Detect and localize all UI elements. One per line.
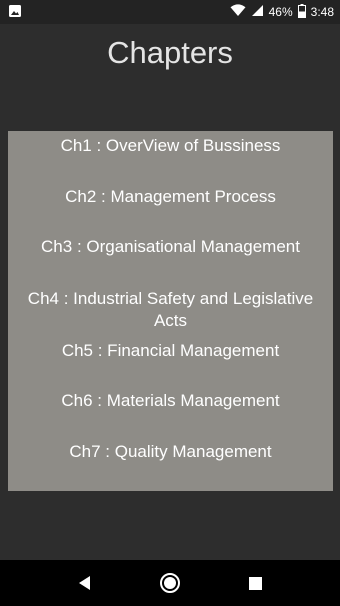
chapter-item-1[interactable]: Ch1 : OverView of Bussiness bbox=[8, 135, 333, 157]
page-title: Chapters bbox=[107, 35, 233, 70]
wifi-icon bbox=[230, 4, 246, 20]
status-left bbox=[0, 4, 22, 21]
status-bar: 46% 3:48 bbox=[0, 0, 340, 24]
status-time: 3:48 bbox=[310, 5, 334, 19]
chapter-item-4[interactable]: Ch4 : Industrial Safety and Legislative … bbox=[8, 288, 333, 332]
chapter-item-2[interactable]: Ch2 : Management Process bbox=[8, 186, 333, 208]
chapter-item-7[interactable]: Ch7 : Quality Management bbox=[8, 441, 333, 463]
chapter-item-6[interactable]: Ch6 : Materials Management bbox=[8, 390, 333, 412]
battery-icon bbox=[297, 3, 306, 21]
cell-signal-icon bbox=[251, 4, 264, 20]
battery-percent: 46% bbox=[268, 5, 293, 19]
chapter-item-5[interactable]: Ch5 : Financial Management bbox=[8, 340, 333, 362]
home-icon bbox=[160, 573, 180, 593]
image-notification-icon bbox=[8, 4, 22, 21]
chapter-list: Ch1 : OverView of Bussiness Ch2 : Manage… bbox=[8, 131, 333, 491]
home-button[interactable] bbox=[140, 560, 200, 606]
recents-icon bbox=[248, 576, 262, 590]
back-icon bbox=[79, 576, 90, 590]
recents-button[interactable] bbox=[225, 560, 285, 606]
status-right: 46% 3:48 bbox=[230, 3, 340, 21]
navigation-bar bbox=[0, 560, 340, 606]
chapter-item-3[interactable]: Ch3 : Organisational Management bbox=[8, 236, 333, 258]
back-button[interactable] bbox=[55, 560, 115, 606]
